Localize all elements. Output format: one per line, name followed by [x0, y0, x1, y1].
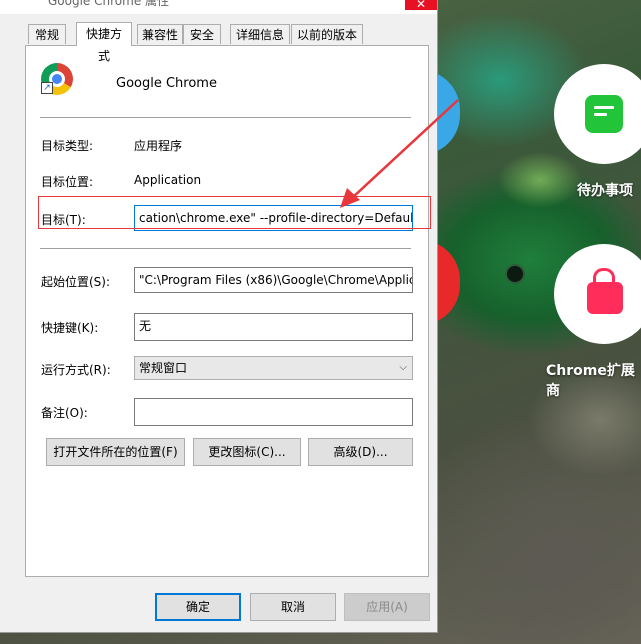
tab-shortcut[interactable]: 快捷方式	[76, 22, 132, 63]
annotation-arrow	[340, 99, 459, 208]
